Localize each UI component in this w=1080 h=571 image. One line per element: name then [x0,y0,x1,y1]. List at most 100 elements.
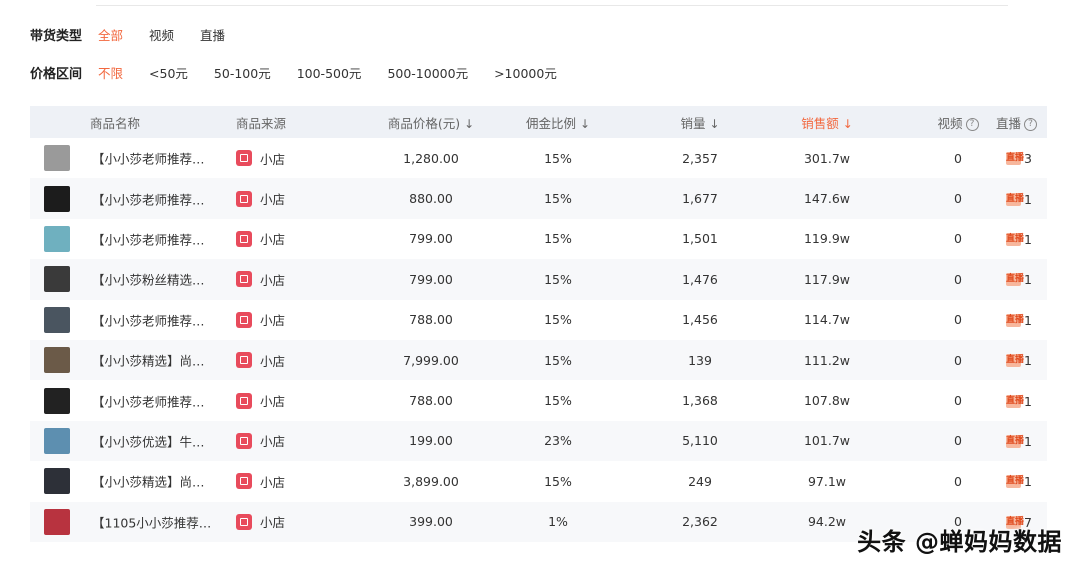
product-thumbnail[interactable] [44,266,70,293]
product-table: 商品名称 商品来源 商品价格(元) ↓ 佣金比例 ↓ 销量 ↓ 销售额 ↓ 视频? 直播… [30,106,1047,542]
product-thumbnail[interactable] [44,508,70,535]
live-icon: 直播 [1006,394,1025,408]
table-row[interactable]: 【小小莎老师推荐… 小店 799.00 15% 1,501 119.9w 0 直播1 [30,219,1047,259]
cell-name[interactable]: 【小小莎老师推荐… [30,219,228,259]
product-name[interactable]: 【小小莎老师推荐… [92,394,205,409]
help-icon[interactable]: ? [1024,117,1038,131]
cell-live[interactable]: 直播1 [1006,178,1047,219]
product-thumbnail[interactable] [44,306,70,333]
product-thumbnail[interactable] [44,185,70,212]
cell-video: 0 [954,393,962,409]
product-name[interactable]: 【小小莎老师推荐… [92,192,205,207]
cell-price: 799.00 [352,259,510,300]
top-divider [96,5,1008,6]
cell-live[interactable]: 直播1 [1006,300,1047,340]
product-thumbnail[interactable] [44,468,70,495]
cell-commission: 15% [544,473,572,489]
col-header-sales[interactable]: 销量 ↓ [606,106,764,138]
filter-type-video[interactable]: 视频 [149,25,174,44]
filter-type-all[interactable]: 全部 [98,25,123,44]
cell-price: 1,280.00 [403,150,459,166]
cell-commission: 15% [544,150,572,166]
shop-bag-icon [236,230,252,247]
product-name[interactable]: 【小小莎老师推荐… [92,152,205,167]
source-text: 小店 [260,232,286,248]
cell-revenue: 119.9w [803,231,850,247]
cell-live[interactable]: 直播1 [1006,461,1047,501]
table-row[interactable]: 【小小莎精选】尚… 小店 7,999.00 15% 139 111.2w 0 直播1 [30,339,1047,381]
cell-name[interactable]: 【1105小小莎推荐… [30,501,228,542]
cell-name[interactable]: 【小小莎精选】尚… [30,339,228,381]
filter-price-50-100[interactable]: 50-100元 [214,63,271,82]
shop-bag-icon [236,473,252,490]
live-icon: 直播 [1006,152,1025,166]
cell-video: 0 [954,150,962,166]
cell-name[interactable]: 【小小莎老师推荐… [30,300,228,340]
table-row[interactable]: 【小小莎老师推荐… 小店 1,280.00 15% 2,357 301.7w 0 直播3 [30,138,1047,178]
cell-video: 0 [860,339,1006,381]
product-thumbnail[interactable] [44,347,70,374]
sort-arrow-icon[interactable]: ↓ [709,117,719,131]
cell-name[interactable]: 【小小莎老师推荐… [30,178,228,219]
col-header-price[interactable]: 商品价格(元) ↓ [352,106,510,138]
cell-name[interactable]: 【小小莎老师推荐… [30,380,228,420]
product-name[interactable]: 【1105小小莎推荐… [92,515,211,530]
cell-live[interactable]: 直播1 [1006,339,1047,381]
table-row[interactable]: 【小小莎老师推荐… 小店 880.00 15% 1,677 147.6w 0 直播1 [30,178,1047,219]
col-header-commission[interactable]: 佣金比例 ↓ [510,106,606,138]
table-row[interactable]: 【小小莎优选】牛… 小店 199.00 23% 5,110 101.7w 0 直播1 [30,420,1047,462]
filter-price-500-10000[interactable]: 500-10000元 [387,63,468,82]
cell-revenue: 117.9w [764,259,860,300]
source-text: 小店 [260,394,286,410]
cell-live[interactable]: 直播1 [1006,219,1047,259]
cell-price: 7,999.00 [352,339,510,381]
cell-commission: 15% [510,339,606,381]
cell-commission: 15% [544,393,572,409]
table-row[interactable]: 【小小莎精选】尚… 小店 3,899.00 15% 249 97.1w 0 直播1 [30,461,1047,501]
product-thumbnail[interactable] [44,427,70,454]
product-name[interactable]: 【小小莎精选】尚… [92,475,205,490]
help-icon[interactable]: ? [965,117,979,131]
cell-video: 0 [954,473,962,489]
live-count: 1 [1024,353,1032,369]
live-count: 1 [1024,312,1032,328]
sort-arrow-icon[interactable]: ↓ [464,117,474,131]
product-thumbnail[interactable] [44,145,70,172]
product-name[interactable]: 【小小莎精选】尚… [92,354,205,369]
cell-name[interactable]: 【小小莎精选】尚… [30,461,228,501]
live-icon: 直播 [1006,273,1025,287]
cell-name[interactable]: 【小小莎粉丝精选… [30,259,228,300]
sort-arrow-icon[interactable]: ↓ [843,117,853,131]
live-icon: 直播 [1006,354,1025,368]
cell-live[interactable]: 直播3 [1006,138,1047,178]
product-thumbnail[interactable] [44,225,70,252]
cell-source: 小店 [228,380,352,420]
cell-source: 小店 [228,219,352,259]
cell-commission: 15% [510,178,606,219]
filter-price-100-500[interactable]: 100-500元 [297,63,362,82]
source-text: 小店 [260,192,286,208]
filter-price-lt50[interactable]: <50元 [149,63,188,82]
cell-name[interactable]: 【小小莎优选】牛… [30,420,228,462]
product-thumbnail[interactable] [44,387,70,414]
table-row[interactable]: 【小小莎老师推荐… 小店 788.00 15% 1,368 107.8w 0 直播1 [30,380,1047,420]
cell-price: 788.00 [409,393,453,409]
filter-price-any[interactable]: 不限 [98,63,123,82]
product-name[interactable]: 【小小莎粉丝精选… [92,273,205,288]
product-name[interactable]: 【小小莎老师推荐… [92,232,205,247]
filter-type-live[interactable]: 直播 [200,25,225,44]
cell-price: 788.00 [409,312,453,328]
table-row[interactable]: 【小小莎粉丝精选… 小店 799.00 15% 1,476 117.9w 0 直播1 [30,259,1047,300]
cell-live[interactable]: 直播1 [1006,380,1047,420]
cell-live[interactable]: 直播1 [1006,420,1047,462]
cell-commission: 23% [510,420,606,462]
col-header-revenue[interactable]: 销售额 ↓ [764,106,860,138]
product-name[interactable]: 【小小莎优选】牛… [92,434,205,449]
cell-live[interactable]: 直播1 [1006,259,1047,300]
sort-arrow-icon[interactable]: ↓ [580,117,590,131]
table-row[interactable]: 【小小莎老师推荐… 小店 788.00 15% 1,456 114.7w 0 直播1 [30,300,1047,340]
cell-name[interactable]: 【小小莎老师推荐… [30,138,228,178]
filter-price-gt10000[interactable]: >10000元 [494,63,557,82]
product-name[interactable]: 【小小莎老师推荐… [92,313,205,328]
live-count: 1 [1024,191,1032,207]
